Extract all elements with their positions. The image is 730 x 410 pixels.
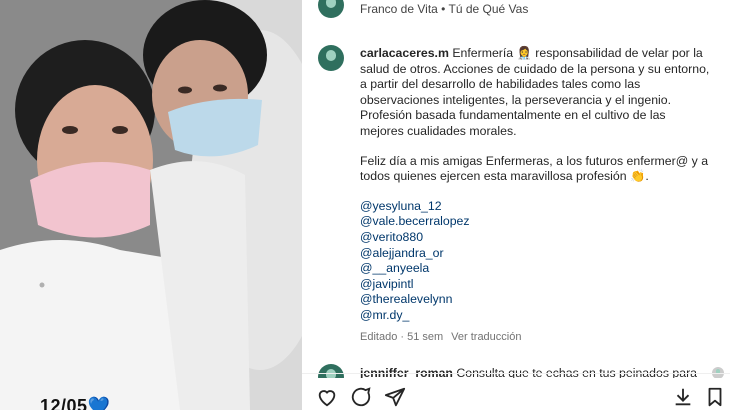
- audio-info[interactable]: Franco de Vita • Tú de Qué Vas: [360, 2, 528, 16]
- post-detail-panel: Franco de Vita • Tú de Qué Vas carlacace…: [302, 0, 730, 410]
- caption-username[interactable]: carlacaceres.m: [360, 46, 449, 60]
- author-avatar[interactable]: [318, 45, 344, 71]
- post-caption: carlacaceres.m Enfermería 👩‍⚕️ responsab…: [360, 46, 710, 324]
- comment-icon[interactable]: [350, 386, 372, 408]
- download-icon[interactable]: [672, 386, 694, 408]
- mention-link[interactable]: @yesyluna_12: [360, 199, 710, 215]
- audio-avatar[interactable]: [318, 0, 344, 18]
- mention-link[interactable]: @__anyeela: [360, 261, 710, 277]
- send-icon[interactable]: [384, 386, 406, 408]
- mention-link[interactable]: @mr.dy_: [360, 308, 710, 324]
- action-bar: [302, 378, 730, 410]
- mention-list: @yesyluna_12 @vale.becerralopez @verito8…: [360, 199, 710, 324]
- see-translation-link[interactable]: Ver traducción: [451, 331, 521, 343]
- mention-link[interactable]: @javipintl: [360, 277, 710, 293]
- post-photo[interactable]: 12/05💙: [0, 0, 302, 410]
- heart-icon[interactable]: [316, 386, 338, 408]
- mention-link[interactable]: @verito880: [360, 230, 710, 246]
- divider: [302, 373, 730, 374]
- edited-timestamp: Editado · 51 sem: [360, 331, 444, 343]
- bookmark-icon[interactable]: [704, 386, 726, 408]
- blue-heart-emoji: 💙: [87, 396, 111, 410]
- mention-link[interactable]: @alejjandra_or: [360, 246, 710, 262]
- caption-paragraph-2: Feliz día a mis amigas Enfermeras, a los…: [360, 153, 709, 184]
- mention-link[interactable]: @vale.becerralopez: [360, 214, 710, 230]
- photo-illustration: [0, 0, 302, 410]
- post-meta: Editado · 51 sem Ver traducción: [360, 331, 521, 343]
- mention-link[interactable]: @therealevelynn: [360, 292, 710, 308]
- photo-date-caption: 12/05💙: [40, 396, 110, 410]
